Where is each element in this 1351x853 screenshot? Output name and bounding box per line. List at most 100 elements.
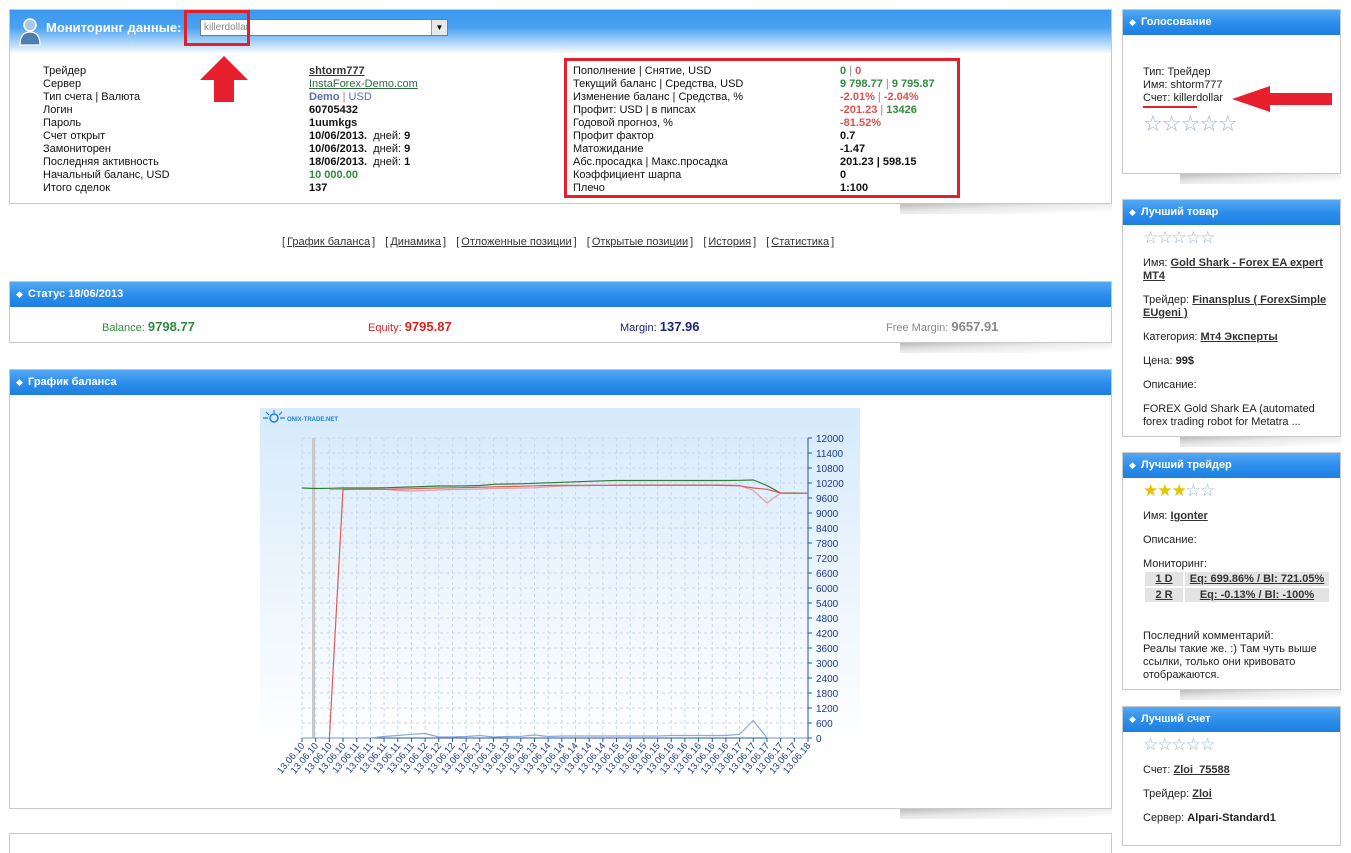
stat-value: -2.01% | -2.04% (840, 91, 919, 103)
best-account-trader-link[interactable]: Zloi (1192, 788, 1212, 800)
equity-metric: Equity: 9795.87 (368, 319, 452, 334)
balance-chart-bar: ◆ График баланса (10, 370, 1111, 395)
field-label: Трейдер (43, 65, 87, 77)
balance-chart-title: График баланса (28, 376, 117, 388)
y-tick-label: 5400 (816, 599, 839, 610)
field-value: 18/06/2013. дней: 1 (309, 156, 410, 169)
y-tick-label: 9000 (816, 509, 839, 520)
best-account-server: Alpari-Standard1 (1187, 812, 1276, 824)
free-margin-value: 9657.91 (951, 319, 999, 334)
chart-background (260, 408, 860, 753)
best-trader-desc-label: Описание: (1143, 534, 1197, 546)
best-trader-panel: ◆ Лучший трейдер ★★★☆☆ Имя: Igonter Описа… (1122, 452, 1341, 690)
field-value: InstaForex-Demo.com (309, 78, 418, 91)
best-product-price-row: Цена: 99$ (1143, 355, 1194, 367)
stat-label: Коэффициент шарпа (573, 169, 682, 181)
date-value: 10/06/2013. (309, 130, 368, 142)
bullet-icon: ◆ (16, 289, 23, 299)
y-tick-label: 1200 (816, 704, 839, 715)
stat-value-b: 13426 (886, 104, 917, 116)
y-tick-label: 7200 (816, 554, 839, 565)
best-trader-monitoring-table: 1 D Eq: 699.86% / Bl: 721.05% 2 R Eq: -0… (1143, 570, 1331, 604)
nav-link[interactable]: Открытые позиции (592, 236, 688, 248)
y-tick-label: 10200 (816, 479, 844, 490)
best-product-panel: ◆ Лучший товар ☆☆☆☆☆ Имя: Gold Shark - Fo… (1122, 199, 1341, 437)
star-icon: ★ (1143, 481, 1158, 500)
stat-value-b: -2.04% (883, 91, 919, 103)
nav-link[interactable]: История (708, 236, 751, 248)
best-product-title: Лучший товар (1141, 206, 1219, 218)
monitoring-title: Мониторинг данные: (46, 20, 182, 35)
monitoring-account-link[interactable]: 1 D (1155, 573, 1172, 585)
star-outline-icon: ☆ (1185, 481, 1201, 500)
best-product-name-row: Имя: Gold Shark - Forex EA expert MT4 (1143, 257, 1323, 282)
y-tick-label: 11400 (816, 449, 844, 460)
server-link[interactable]: InstaForex-Demo.com (309, 78, 418, 90)
table-row: 2 R Eq: -0.13% / Bl: -100% (1143, 586, 1331, 604)
monitoring-account-link[interactable]: 2 R (1155, 589, 1172, 601)
account-type: Demo (309, 91, 340, 103)
best-product-category-link[interactable]: Mт4 Эксперты (1201, 331, 1278, 343)
next-panel (9, 833, 1112, 853)
monitoring-stats-link[interactable]: Eq: 699.86% / Bl: 721.05% (1190, 573, 1325, 585)
best-trader-name-row: Имя: Igonter (1143, 510, 1208, 522)
status-panel: ◆ Статус 18/06/2013 Balance: 9798.77 Equi… (9, 281, 1112, 343)
nav-link[interactable]: Статистика (771, 236, 829, 248)
y-tick-label: 3000 (816, 659, 839, 670)
free-margin-metric: Free Margin: 9657.91 (886, 319, 999, 334)
best-product-stars: ☆☆☆☆☆ (1143, 228, 1215, 247)
days-label: дней: (373, 143, 402, 155)
days-value: 1 (404, 156, 411, 168)
best-trader-name-link[interactable]: Igonter (1171, 510, 1208, 522)
panel-shadow (900, 809, 1112, 819)
value-text: 60705432 (309, 104, 358, 116)
chart-cursor-bar (312, 438, 315, 738)
stat-value-text: 201.23 | 598.15 (840, 156, 917, 168)
vote-bar: ◆ Голосование (1123, 10, 1340, 35)
stat-label: Матожидание (573, 143, 644, 155)
stat-label: Плечо (573, 182, 605, 194)
field-value: 137 (309, 182, 327, 195)
days-value: 9 (404, 130, 411, 142)
nav-link[interactable]: График баланса (287, 236, 370, 248)
stat-value-text: 0.7 (840, 130, 856, 142)
stat-value: 9 798.77 | 9 795.87 (840, 78, 935, 90)
best-product-bar: ◆ Лучший товар (1123, 200, 1340, 225)
best-product-trader-row: Трейдер: Finansplus ( ForexSimple EUgeni… (1143, 294, 1327, 319)
best-product-name-link[interactable]: Gold Shark - Forex EA expert MT4 (1143, 257, 1323, 282)
days-value: 9 (404, 143, 411, 155)
best-trader-stars: ★★★☆☆ (1143, 481, 1215, 501)
value-text: 137 (309, 182, 328, 194)
field-label: Тип счета | Валюта (43, 91, 141, 103)
stat-value-a: 0 (840, 65, 847, 77)
stat-value: 201.23 | 598.15 (840, 156, 916, 169)
stat-value-a: 9 798.77 (840, 78, 883, 90)
y-tick-label: 600 (816, 719, 833, 730)
field-label: Замониторен (43, 143, 112, 155)
stat-label: Годовой прогноз, % (573, 117, 673, 129)
status-title: Статус 18/06/2013 (28, 288, 124, 300)
y-tick-label: 12000 (816, 434, 844, 445)
best-trader-title: Лучший трейдер (1141, 459, 1232, 471)
vote-rating-stars[interactable]: ☆☆☆☆☆ (1143, 111, 1238, 137)
chevron-down-icon[interactable]: ▼ (431, 20, 447, 35)
field-value: 1uumkgs (309, 117, 357, 130)
annotation-underline (1143, 106, 1197, 108)
y-tick-label: 0 (816, 734, 822, 745)
stat-label: Текущий баланс | Средства, USD (573, 78, 744, 90)
bullet-icon: ◆ (1129, 460, 1136, 470)
trader-link[interactable]: shtorm777 (309, 65, 365, 77)
bullet-icon: ◆ (1129, 17, 1136, 27)
account-currency: USD (348, 91, 372, 103)
monitoring-stats-link[interactable]: Eq: -0.13% / Bl: -100% (1200, 589, 1314, 601)
best-product-category-row: Категория: Mт4 Эксперты (1143, 331, 1278, 343)
status-bar: ◆ Статус 18/06/2013 (10, 282, 1111, 307)
y-tick-label: 10800 (816, 464, 844, 475)
stat-value-a: -201.23 (840, 104, 878, 116)
field-value: 10/06/2013. дней: 9 (309, 130, 410, 143)
best-account-link[interactable]: Zloi_75588 (1173, 764, 1229, 776)
nav-link[interactable]: Динамика (390, 236, 441, 248)
stat-value-text: -81.52% (840, 117, 881, 129)
best-account-stars: ☆☆☆☆☆ (1143, 735, 1215, 754)
nav-link[interactable]: Отложенные позиции (461, 236, 571, 248)
